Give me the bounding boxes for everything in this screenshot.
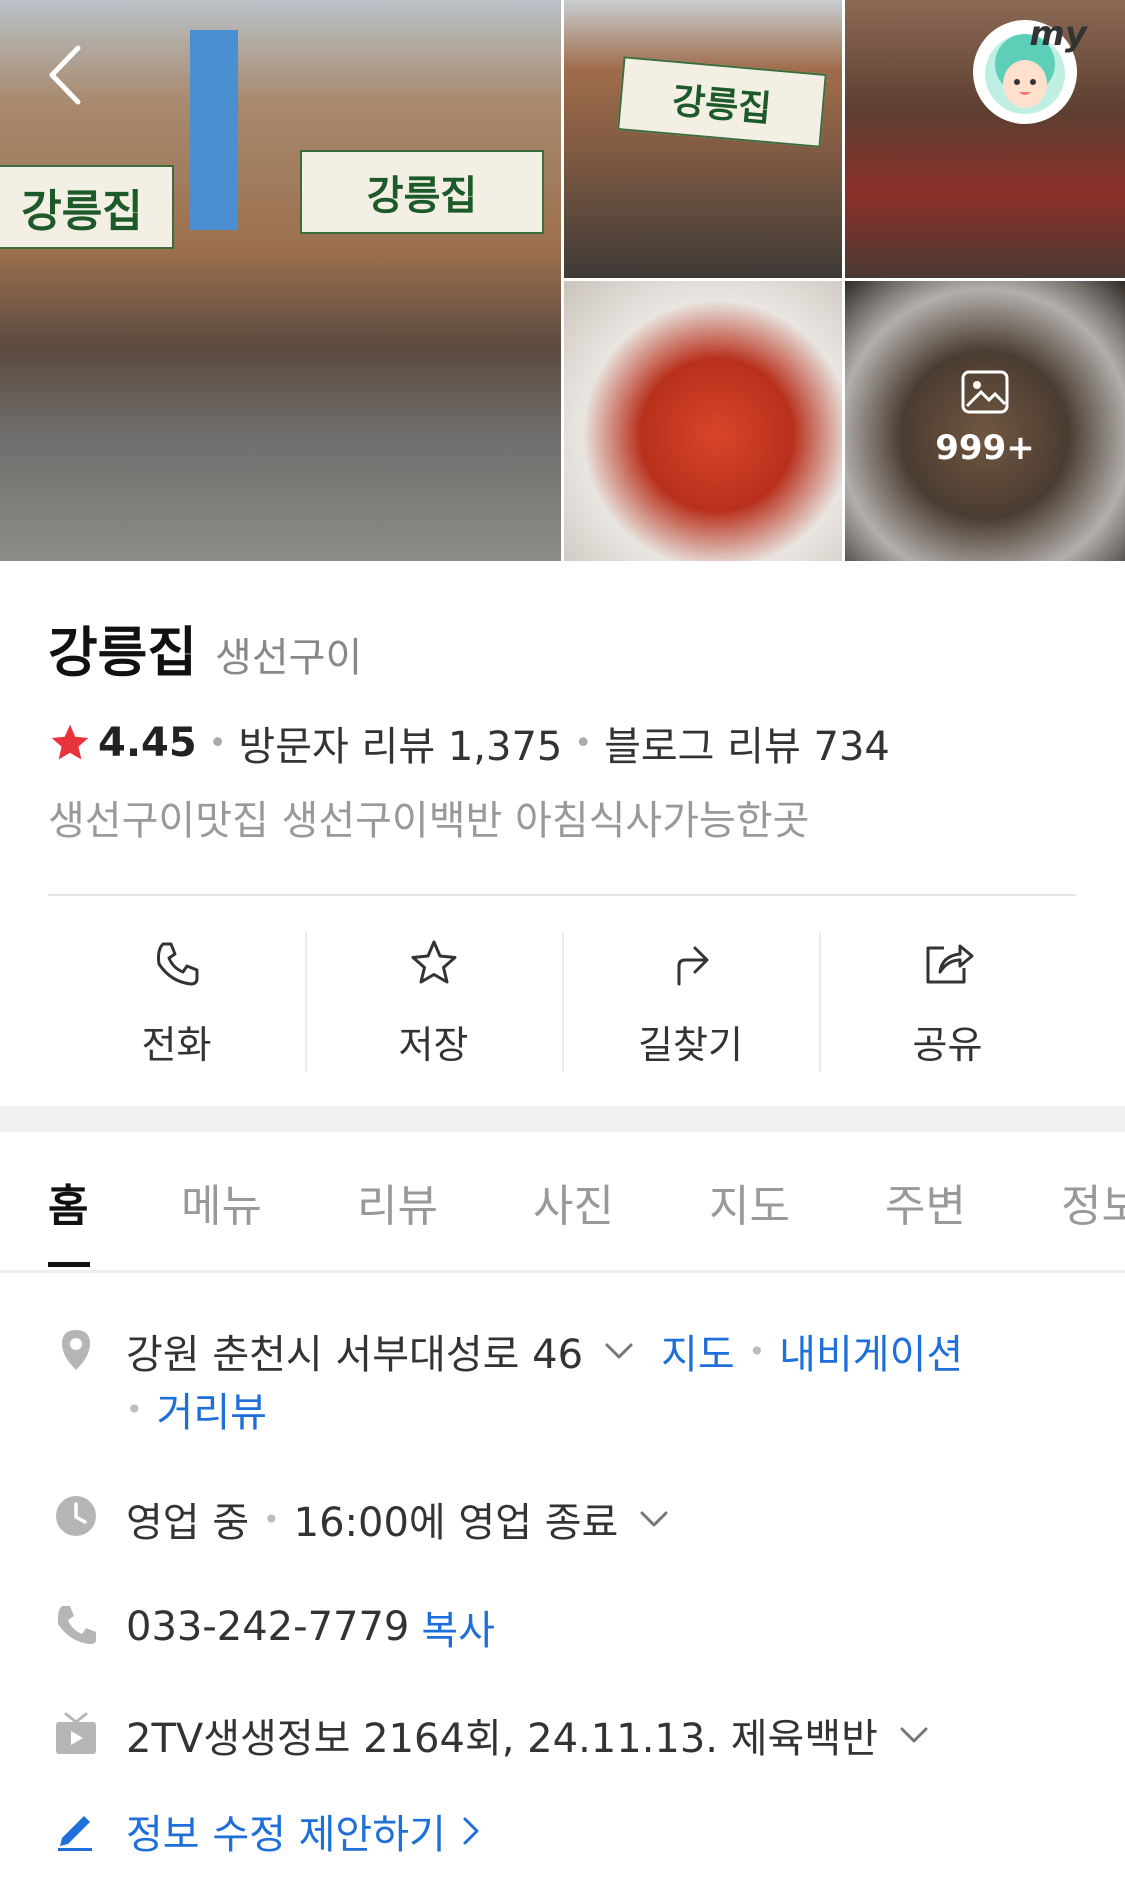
navigation-link[interactable]: 내비게이션 [779,1322,963,1380]
copy-phone-link[interactable]: 복사 [421,1598,495,1656]
photo-gallery: 강릉집 강릉집 999+ 강릉집 my [0,0,1125,561]
hours-detail: 16:00에 영업 종료 [293,1500,619,1546]
clock-icon [56,1496,96,1536]
tab-info[interactable]: 정보 [1061,1170,1125,1234]
place-header: 강릉집 생선구이 [48,608,362,687]
chevron-down-icon[interactable] [634,1499,674,1539]
tab-home[interactable]: 홈 [48,1170,88,1234]
star-filled-icon [51,724,89,760]
location-pin-icon [62,1330,90,1370]
street-view-link[interactable]: 거리뷰 [157,1380,267,1438]
chevron-right-icon [463,1817,479,1845]
active-tab-indicator [48,1262,90,1267]
section-gap [0,1106,1125,1132]
photo-more-badge[interactable]: 999+ [845,366,1125,468]
photo-banner-decor [190,30,238,230]
tab-nearby[interactable]: 주변 [885,1170,966,1234]
rating-value: 4.45 [98,720,197,766]
separator-dot: • [748,1334,766,1368]
place-stats: 4.45 • 방문자 리뷰 1,375 • 블로그 리뷰 734 [48,714,890,772]
tv-info-text: 2TV생생정보 2164회, 24.11.13. 제육백반 [126,1716,878,1762]
photo-food-1[interactable] [564,281,842,561]
action-bar: 전화 저장 길찾기 공유 [48,932,1076,1072]
separator-dot: • [263,1502,280,1536]
directions-icon [677,946,708,986]
separator-dot: • [126,1392,143,1426]
directions-button[interactable]: 길찾기 [562,932,819,1072]
blog-review-link[interactable]: 블로그 리뷰 734 [604,714,890,772]
chevron-down-icon[interactable] [599,1331,639,1371]
tab-photo[interactable]: 사진 [533,1170,614,1234]
photo-sign-left: 강릉집 [0,165,174,249]
map-link[interactable]: 지도 [661,1322,735,1380]
photo-sign-right: 강릉집 [300,150,544,234]
back-arrow-icon[interactable] [40,40,90,110]
photo-more-count: 999+ [935,428,1035,468]
call-button[interactable]: 전화 [48,932,305,1072]
pencil-icon [58,1816,92,1851]
phone-icon [156,942,198,986]
tv-icon [56,1712,96,1754]
phone-icon [57,1606,96,1644]
divider [48,894,1076,896]
separator-dot: • [208,725,227,761]
address-text: 강원 춘천시 서부대성로 46 [126,1332,584,1378]
share-label: 공유 [912,1023,983,1067]
save-label: 저장 [398,1023,469,1067]
tab-map[interactable]: 지도 [709,1170,790,1234]
save-button[interactable]: 저장 [305,932,562,1072]
call-label: 전화 [141,1023,212,1067]
share-button[interactable]: 공유 [819,932,1076,1072]
avatar-my-label: my [1029,14,1087,54]
tab-menu[interactable]: 메뉴 [181,1170,262,1234]
my-avatar-button[interactable]: my [973,14,1087,124]
image-icon [961,370,1009,414]
phone-number[interactable]: 033-242-7779 [126,1604,409,1650]
place-category: 생선구이 [215,635,363,681]
chevron-down-icon[interactable] [894,1715,934,1755]
tab-review[interactable]: 리뷰 [357,1170,438,1234]
visitor-review-link[interactable]: 방문자 리뷰 1,375 [238,714,562,772]
directions-label: 길찾기 [638,1023,743,1067]
tab-bar: 홈 메뉴 리뷰 사진 지도 주변 정보 [0,1132,1125,1273]
photo-food-2[interactable]: 999+ [845,281,1125,561]
hours-status: 영업 중 [126,1500,250,1546]
place-title: 강릉집 [48,621,198,684]
separator-dot: • [574,725,593,761]
place-tagline: 생선구이맛집 생선구이백반 아침식사가능한곳 [48,798,810,844]
star-outline-icon [411,940,456,984]
edit-suggestion-link[interactable]: 정보 수정 제안하기 [126,1802,446,1860]
share-icon [926,944,973,984]
